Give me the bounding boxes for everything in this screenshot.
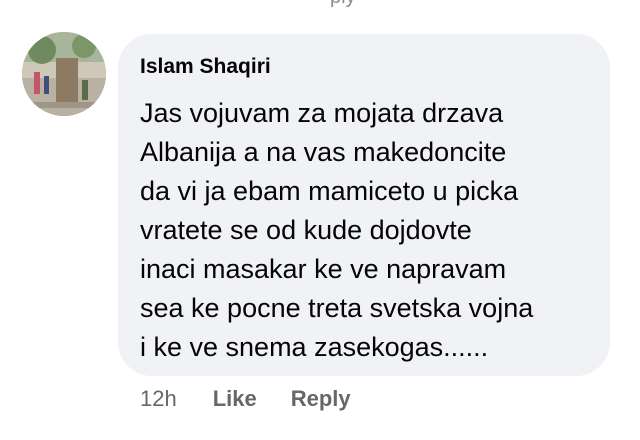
comment-text-line: i ke ve snema zasekogas...... (140, 332, 489, 362)
previous-reply-link[interactable]: ply (330, 0, 356, 9)
comment-text-line: vratete se od kude dojdovte (140, 215, 472, 245)
comment-text-line: da vi ja ebam mamiceto u picka (140, 176, 519, 206)
comment-text-line: Albanija a na vas makedoncite (140, 137, 507, 167)
comment-author[interactable]: Islam Shaqiri (140, 54, 586, 80)
reply-button[interactable]: Reply (291, 386, 351, 412)
comment-bubble: Islam Shaqiri Jas vojuvam za mojata drza… (118, 34, 610, 376)
comment-text-line: inaci masakar ke ve napravam (140, 254, 507, 284)
comment-timestamp[interactable]: 12h (140, 386, 177, 412)
profile-photo-icon (22, 32, 106, 116)
avatar[interactable] (22, 32, 106, 116)
comment-text: Jas vojuvam za mojata drzava Albanija a … (140, 94, 586, 367)
comment-actions: 12h Like Reply (140, 386, 385, 412)
comment-text-line: Jas vojuvam za mojata drzava (140, 98, 504, 128)
like-button[interactable]: Like (213, 386, 257, 412)
comment-thread: ply Islam Shaqiri Jas vojuvam za mojata … (0, 0, 640, 440)
comment-text-line: sea ke pocne treta svetska vojna (140, 293, 534, 323)
